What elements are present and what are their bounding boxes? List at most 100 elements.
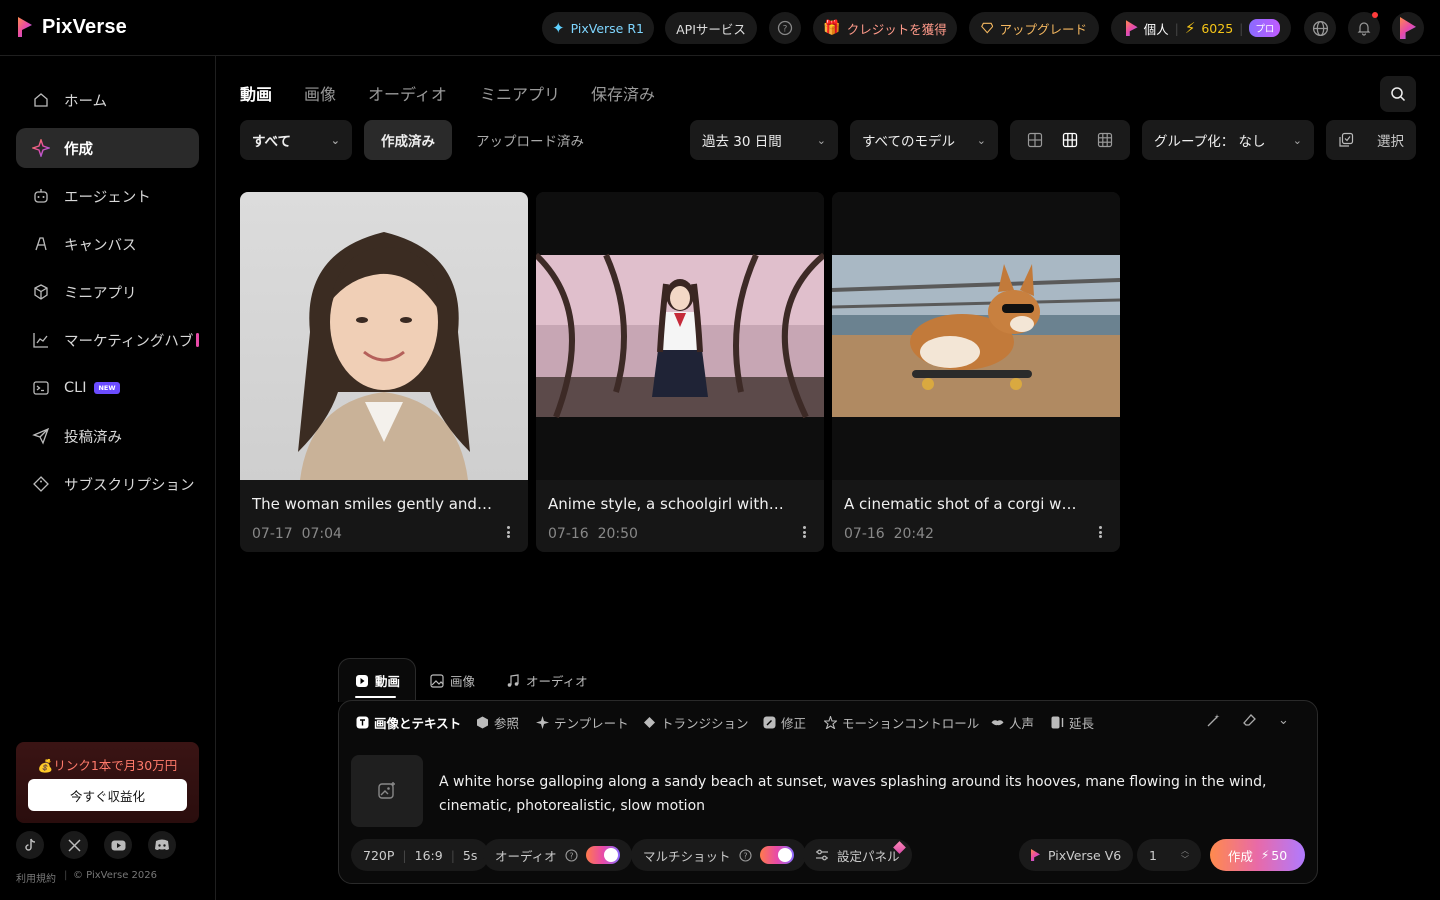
mode-label: モーションコントロール [842,716,980,731]
mode-transition[interactable]: トランジション [643,713,749,732]
composer-tab-audio[interactable]: オーディオ [506,671,588,690]
select-button[interactable]: 選択 [1326,120,1416,160]
earn-credits-button[interactable]: 🎁 クレジットを獲得 [813,12,957,44]
multishot-toggle-switch[interactable] [759,846,794,864]
monetize-now-button[interactable]: 今すぐ収益化 [28,779,187,811]
stepper-down-icon[interactable]: ﹀ [1181,855,1189,864]
composer-tab-video[interactable]: 動画 [355,671,400,690]
model-selector[interactable]: PixVerse V6 [1019,839,1134,871]
add-image-icon [378,782,395,799]
youtube-button[interactable] [104,831,132,859]
mode-modify[interactable]: 修正 [763,713,806,732]
model-logo-icon [1031,849,1040,861]
sidebar-item-create[interactable]: 作成 [16,128,199,168]
uploaded-toggle[interactable]: アップロード済み [464,120,600,160]
count-stepper[interactable]: 1 ︿ ﹀ [1137,839,1201,871]
uploaded-label: アップロード済み [476,134,584,150]
more-options-icon[interactable] [798,524,810,540]
collapse-chevron-icon[interactable]: ⌄ [1278,713,1289,728]
brand-name: PixVerse [42,15,128,38]
create-button[interactable]: 作成 ⚡ 50 [1210,839,1305,871]
sidebar-item-label: 作成 [64,141,93,158]
divider: | [450,847,455,863]
clear-button[interactable] [1242,713,1257,732]
upload-image-slot[interactable] [351,755,423,827]
reference-cube-icon [477,716,488,729]
sidebar-item-posted[interactable]: 投稿済み [16,416,199,456]
tiktok-button[interactable] [16,831,44,859]
magic-wand-button[interactable] [1206,713,1221,732]
type-filter-dropdown[interactable]: すべて ⌄ [240,120,352,160]
card-title: A cinematic shot of a corgi we... [844,495,1084,513]
language-button[interactable] [1304,12,1336,44]
mode-voice[interactable]: 人声 [991,713,1034,732]
mode-template[interactable]: テンプレート [536,713,629,732]
audio-toggle-switch[interactable] [585,846,620,864]
help-button[interactable]: ? [769,12,801,44]
mode-image-and-text[interactable]: 画像とテキスト [356,713,461,732]
sidebar-item-cli[interactable]: CLI NEW [16,368,199,408]
sidebar-item-canvas[interactable]: キャンバス [16,224,199,264]
period-filter-dropdown[interactable]: 過去 30 日間 ⌄ [690,120,838,160]
model-filter-value: すべてのモデル [862,134,956,150]
tab-miniapps[interactable]: ミニアプリ [480,81,560,105]
sidebar-item-agent[interactable]: エージェント [16,176,199,216]
avatar[interactable] [1392,12,1424,44]
group-by-value: グループ化： なし [1154,134,1266,150]
tab-saved[interactable]: 保存済み [591,81,655,105]
sidebar-item-miniapps[interactable]: ミニアプリ [16,272,199,312]
more-options-icon[interactable] [1094,524,1106,540]
help-icon[interactable]: ? [738,848,752,862]
mode-motion-control[interactable]: モーションコントロール [824,713,979,732]
x-twitter-button[interactable] [60,831,88,859]
sidebar-item-label: ミニアプリ [64,285,137,302]
search-button[interactable] [1380,76,1416,112]
composer-tab-label: 画像 [450,674,476,689]
send-icon [32,427,50,445]
settings-label: 設定パネル [837,848,900,864]
globe-icon [1312,20,1328,36]
card-date-value: 07-16 [844,526,885,542]
model-filter-dropdown[interactable]: すべてのモデル ⌄ [850,120,998,160]
help-icon[interactable]: ? [565,848,578,862]
multishot-label: マルチショット [643,848,731,864]
robot-icon [34,189,48,203]
video-card[interactable]: The woman smiles gently and t... 07-17 0… [240,192,528,552]
composer-tab-image[interactable]: 画像 [430,671,475,690]
pixverse-r1-button[interactable]: ✦ PixVerse R1 [542,12,654,44]
sidebar-item-subscription[interactable]: サブスクリプション [16,464,199,504]
sidebar-item-label: 投稿済み [64,429,122,446]
upgrade-button[interactable]: アップグレード [969,12,1099,44]
group-by-dropdown[interactable]: グループ化： なし ⌄ [1142,120,1314,160]
grid-medium-icon[interactable] [1062,132,1078,148]
logo[interactable]: PixVerse [16,15,127,39]
account-credits-pill[interactable]: 個人 | ⚡ 6025 | プロ [1111,12,1291,44]
grid-small-icon[interactable] [1097,132,1113,148]
settings-panel-button[interactable]: 設定パネル [803,839,912,871]
sidebar-item-home[interactable]: ホーム [16,80,199,120]
stepper-up-icon[interactable]: ︿ [1181,846,1189,855]
video-card[interactable]: Anime style, a schoolgirl with_... 07-16… [536,192,824,552]
tab-audio[interactable]: オーディオ [368,81,447,105]
more-options-icon[interactable] [502,524,514,540]
woman-portrait-image [298,232,470,480]
prompt-input[interactable]: A white horse galloping along a sandy be… [439,770,1299,818]
notifications-button[interactable] [1348,12,1380,44]
terms-link[interactable]: 利用規約 [16,870,56,885]
video-card[interactable]: A cinematic shot of a corgi we... 07-16 … [832,192,1120,552]
star-icon: ✦ [552,19,565,37]
type-filter-value: すべて [252,134,292,150]
mode-reference[interactable]: 参照 [476,713,519,732]
grid-size-selector [1010,120,1130,160]
output-settings-chip[interactable]: 720P | 16:9 | 5s [351,839,490,871]
mode-extend[interactable]: 延長 [1051,713,1094,732]
api-service-button[interactable]: APIサービス [665,12,757,44]
discord-button[interactable] [148,831,176,859]
sidebar-item-marketing-hub[interactable]: マーケティングハブ [16,320,199,360]
tab-video[interactable]: 動画 [240,81,272,105]
created-toggle[interactable]: 作成済み [364,120,452,160]
stepper-arrows-icon[interactable]: ︿ ﹀ [1181,846,1189,864]
anime-cherry-blossom-image [536,252,824,419]
grid-large-icon[interactable] [1027,132,1043,148]
tab-image[interactable]: 画像 [304,81,336,105]
